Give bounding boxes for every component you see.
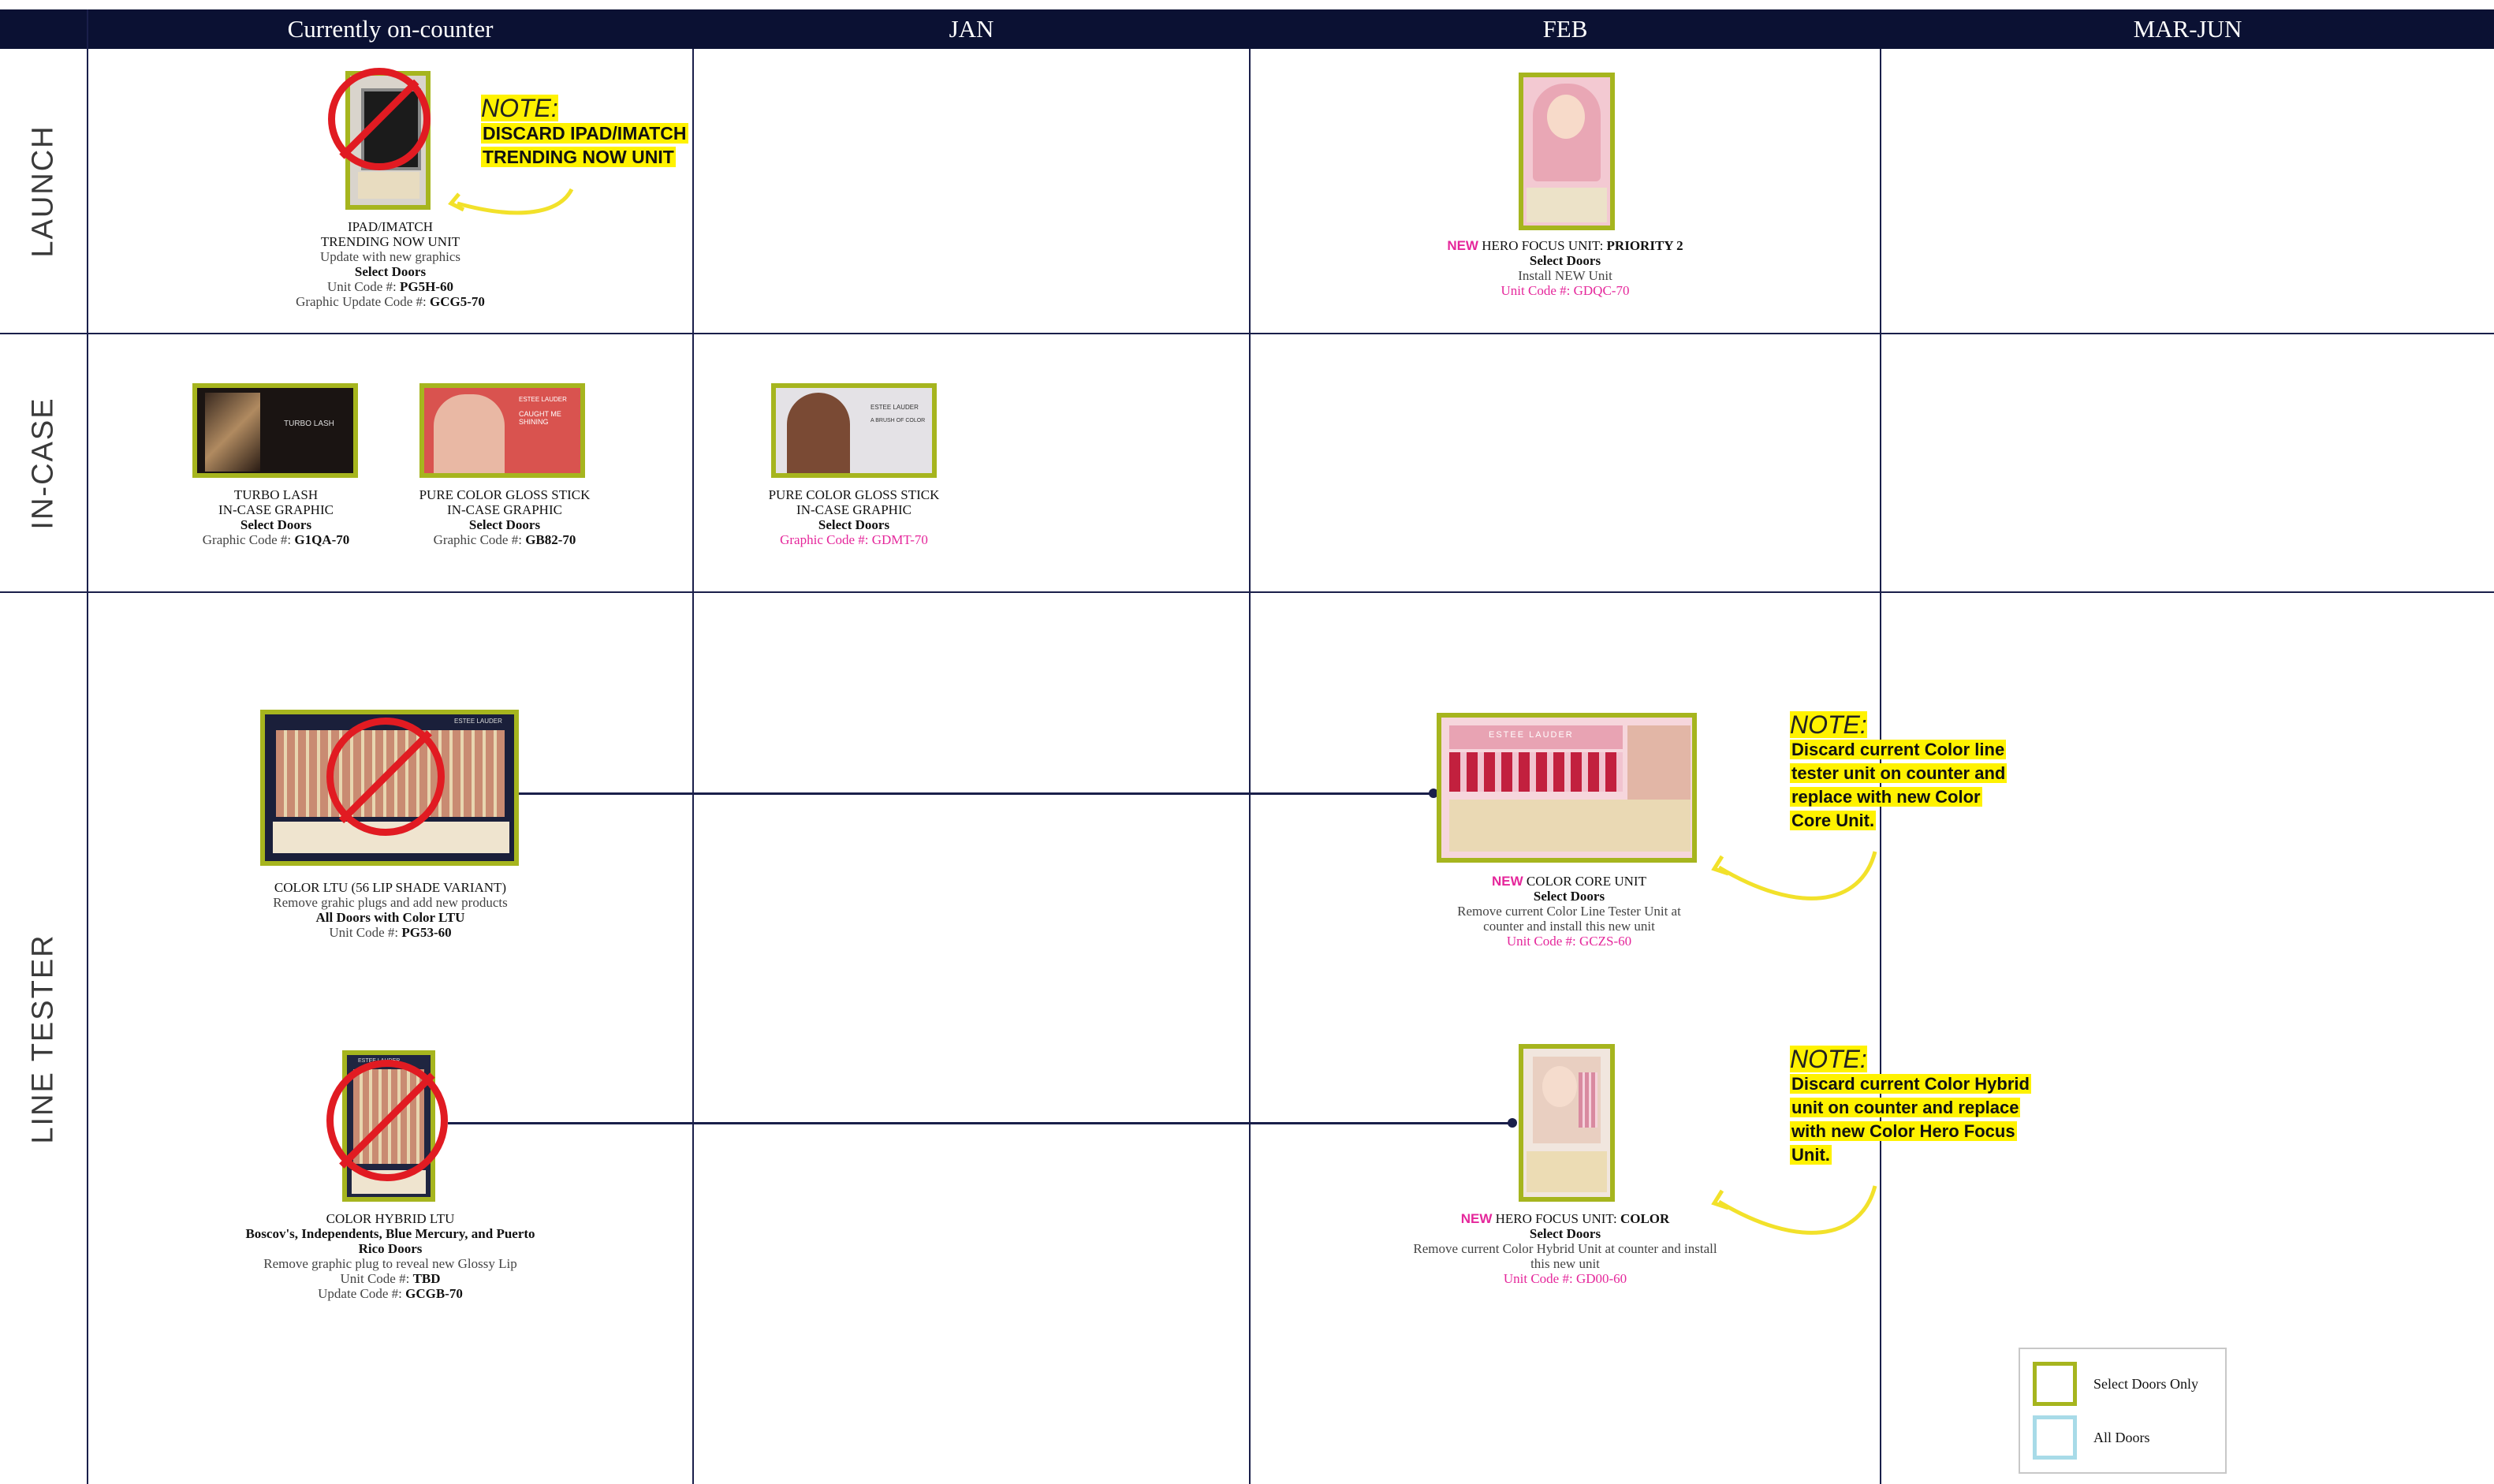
column-header-feb: FEB [1251,9,1880,49]
gloss-stick-caption: PURE COLOR GLOSS STICK IN-CASE GRAPHIC S… [419,487,591,547]
turbo-lash-caption: TURBO LASH IN-CASE GRAPHIC Select Doors … [202,487,350,547]
grid-hline [0,591,2494,593]
row-label-line-tester: LINE TESTER [26,933,60,1144]
discard-icon [326,718,445,836]
curved-arrow-icon [1711,1185,1877,1235]
column-header-mar-jun: MAR-JUN [1881,9,2494,49]
color-core-caption: NEW COLOR CORE UNIT Select Doors Remove … [1457,874,1681,949]
note-discard-color-hybrid: NOTE: Discard current Color Hybrid unit … [1790,1045,2031,1165]
row-label-in-case: IN-CASE [26,396,60,530]
note-discard-color-line-tester: NOTE: Discard current Color line tester … [1790,710,2008,830]
curved-arrow-icon [1711,851,1877,900]
grid-vline [1249,49,1251,1484]
grid-hline [0,333,2494,334]
hero-p2-caption: NEW HERO FOCUS UNIT: PRIORITY 2 Select D… [1447,238,1683,298]
note-discard-ipad: NOTE: DISCARD IPAD/IMATCH TRENDING NOW U… [481,94,688,167]
connector-line [448,1122,1512,1124]
ipad-caption: IPAD/IMATCH TRENDING NOW UNIT Update wit… [296,219,485,309]
legend-swatch-all [2033,1415,2077,1460]
gloss-stick-new-graphic-image: ESTEE LAUDER A BRUSH OF COLOR [771,383,937,478]
color-ltu-caption: COLOR LTU (56 LIP SHADE VARIANT) Remove … [273,880,508,940]
hero-focus-priority2-image [1519,73,1615,230]
grid-vline [692,49,694,1484]
column-header-jan: JAN [694,9,1249,49]
gloss-stick-graphic-image: ESTEE LAUDER CAUGHT ME SHINING [419,383,585,478]
hero-focus-color-image [1519,1044,1615,1202]
turbo-lash-graphic-image: TURBO LASH [192,383,358,478]
color-hybrid-caption: COLOR HYBRID LTU Boscov's, Independents,… [245,1211,535,1301]
legend-swatch-select [2033,1362,2077,1406]
connector-line [519,792,1433,795]
color-core-unit-image: ESTEE LAUDER [1437,713,1697,863]
grid-vline [87,9,88,1484]
gloss-stick-new-caption: PURE COLOR GLOSS STICK IN-CASE GRAPHIC S… [768,487,940,547]
discard-icon [326,1060,448,1181]
row-label-launch: LAUNCH [26,124,60,258]
legend-label-select: Select Doors Only [2093,1376,2198,1392]
discard-icon [328,68,431,170]
connector-dot [1508,1118,1517,1128]
legend-label-all: All Doors [2093,1430,2150,1445]
legend: Select Doors Only All Doors [2019,1348,2227,1474]
hero-color-caption: NEW HERO FOCUS UNIT: COLOR Select Doors … [1413,1211,1717,1286]
curved-arrow-icon [448,188,574,215]
column-header-current: Currently on-counter [88,9,692,49]
